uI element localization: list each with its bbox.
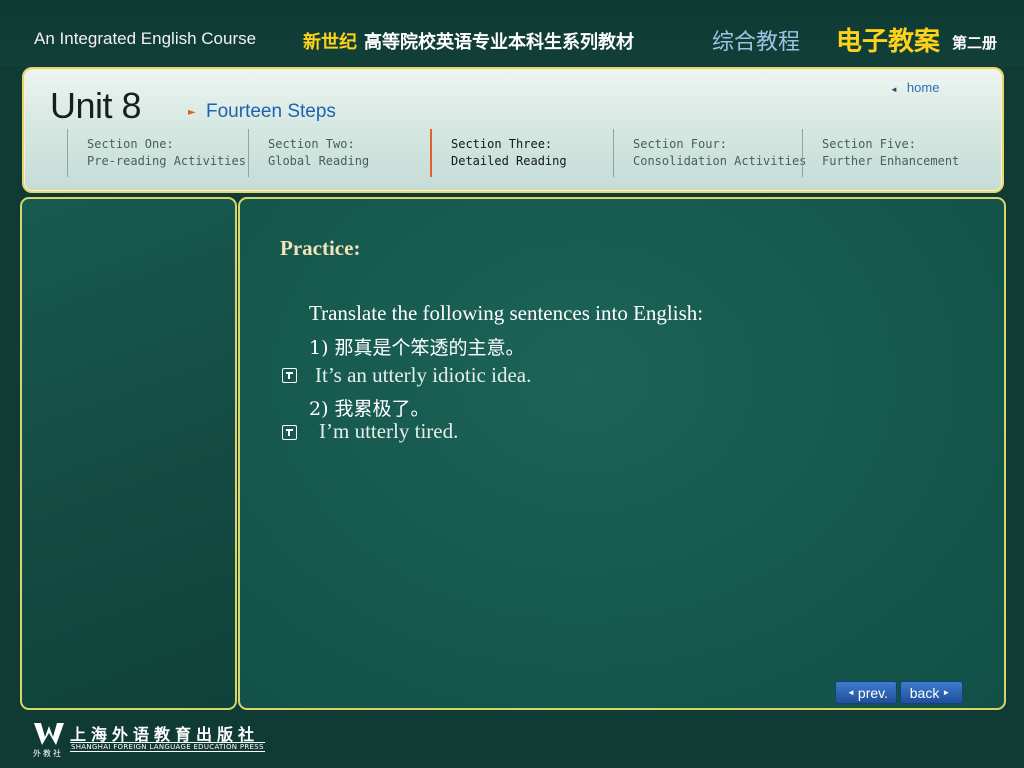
section-heading: Section Five: [822,137,916,151]
volume-label: 第二册 [952,34,998,52]
publisher-short-name: 外教社 [33,749,63,758]
book-title: 综合教程 [712,30,801,55]
section-heading: Section Three: [451,137,553,151]
section-heading: Section Four: [633,137,727,151]
title-bar: An Integrated English Course 新世纪 高等院校英语专… [0,0,1024,66]
unit-title: Unit 8 [50,85,142,126]
practice-heading: Practice: [280,236,361,260]
section-four-link[interactable]: Section Four: Consolidation Activities [613,129,807,177]
section-label: Pre-reading Activities [87,154,246,168]
section-heading: Section Two: [268,137,355,151]
answer-2: I’m utterly tired. [319,419,459,443]
section-five-link[interactable]: Section Five: Further Enhancement [802,129,992,177]
arrow-right-icon: ► [942,688,951,697]
prompt-2: 2) 我累极了。 [309,398,430,420]
arrow-left-icon: ◄ [890,85,898,94]
instruction-text: Translate the following sentences into E… [309,301,704,325]
section-three-link[interactable]: Section Three: Detailed Reading [430,129,608,177]
text-toggle-icon[interactable] [282,368,297,383]
publisher-logo-icon [34,723,64,745]
home-label: home [906,80,940,95]
series-title: 高等院校英语专业本科生系列教材 [364,32,634,53]
publisher-name-en: SHANGHAI FOREIGN LANGUAGE EDUCATION PRES… [70,742,265,752]
section-two-link[interactable]: Section Two: Global Reading [248,129,426,177]
answer-1: It’s an utterly idiotic idea. [315,363,532,387]
back-button[interactable]: back ► [900,681,963,704]
section-label: Further Enhancement [822,154,960,168]
text-toggle-icon[interactable] [282,425,297,440]
series-highlight: 新世纪 [303,32,357,53]
section-label: Consolidation Activities [633,154,807,168]
arrow-left-icon: ◄ [846,688,855,697]
unit-header-panel: Unit 8 ► Fourteen Steps ◄ home Section On… [22,67,1004,193]
courseware-title: 电子教案 [836,27,941,57]
arrow-right-icon: ► [188,107,196,118]
section-label: Global Reading [268,154,370,168]
side-panel [20,197,237,710]
course-title: An Integrated English Course [34,29,257,48]
content-panel: Practice: Translate the following senten… [238,197,1006,710]
unit-subtitle: Fourteen Steps [206,101,336,122]
back-label: back [909,684,940,701]
home-link[interactable]: ◄ home [890,80,939,95]
section-one-link[interactable]: Section One: Pre-reading Activities [67,129,246,177]
prompt-1: 1) 那真是个笨透的主意。 [309,337,525,359]
section-heading: Section One: [87,137,174,151]
prev-label: prev. [857,684,888,701]
prev-button[interactable]: ◄ prev. [835,681,897,704]
section-label: Detailed Reading [451,154,567,168]
